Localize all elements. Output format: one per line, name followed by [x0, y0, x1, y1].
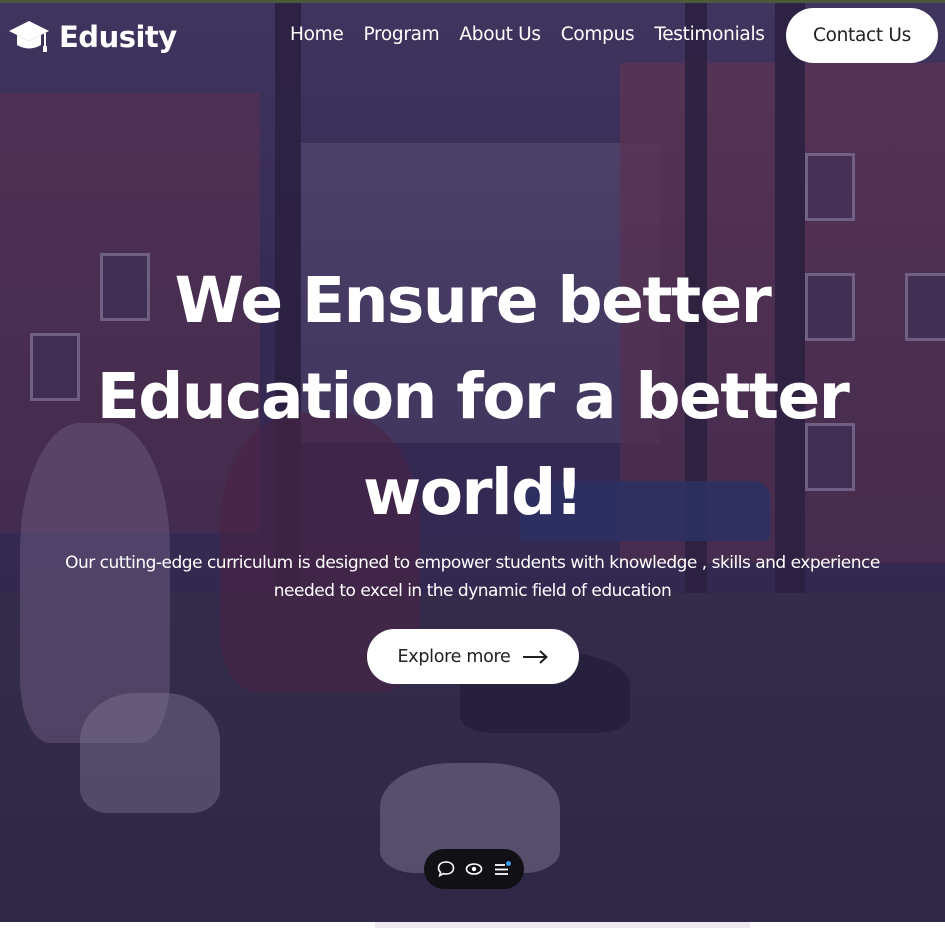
hero-section: We Ensure better Education for a better … — [0, 3, 945, 922]
nav-link-testimonials[interactable]: Testimonials — [654, 24, 765, 45]
hero-title-line: Education for a better — [96, 360, 850, 433]
hero-subtitle-line: needed to excel in the dynamic field of … — [273, 581, 672, 601]
contact-us-button[interactable]: Contact Us — [786, 8, 938, 63]
hero-title-line: We Ensure better — [174, 264, 772, 337]
graduation-cap-icon — [9, 21, 49, 52]
hero-subtitle-line: Our cutting-edge curriculum is designed … — [65, 553, 880, 573]
explore-more-label: Explore more — [397, 646, 511, 667]
bottom-strip — [0, 922, 945, 928]
hero-subtitle: Our cutting-edge curriculum is designed … — [20, 549, 925, 605]
nav-link-campus[interactable]: Compus — [561, 24, 635, 45]
menu-list-icon[interactable] — [492, 859, 512, 879]
nav-link-program[interactable]: Program — [363, 24, 439, 45]
explore-more-button[interactable]: Explore more — [367, 629, 579, 684]
floating-toolbar — [424, 849, 524, 889]
chat-bubble-icon[interactable] — [436, 859, 456, 879]
nav-links: Home Program About Us Compus Testimonial… — [290, 24, 785, 45]
nav-link-about-us[interactable]: About Us — [459, 24, 541, 45]
eye-icon[interactable] — [464, 859, 484, 879]
hero-title: We Ensure better Education for a better … — [0, 253, 945, 541]
logo[interactable]: Edusity — [8, 17, 177, 57]
arrow-right-icon — [523, 649, 549, 664]
top-navbar: Edusity Home Program About Us Compus Tes… — [0, 3, 945, 67]
bottom-strip-segment — [375, 922, 750, 928]
hero-title-line: world! — [363, 456, 583, 529]
logo-text: Edusity — [59, 20, 177, 54]
nav-link-home[interactable]: Home — [290, 24, 344, 45]
